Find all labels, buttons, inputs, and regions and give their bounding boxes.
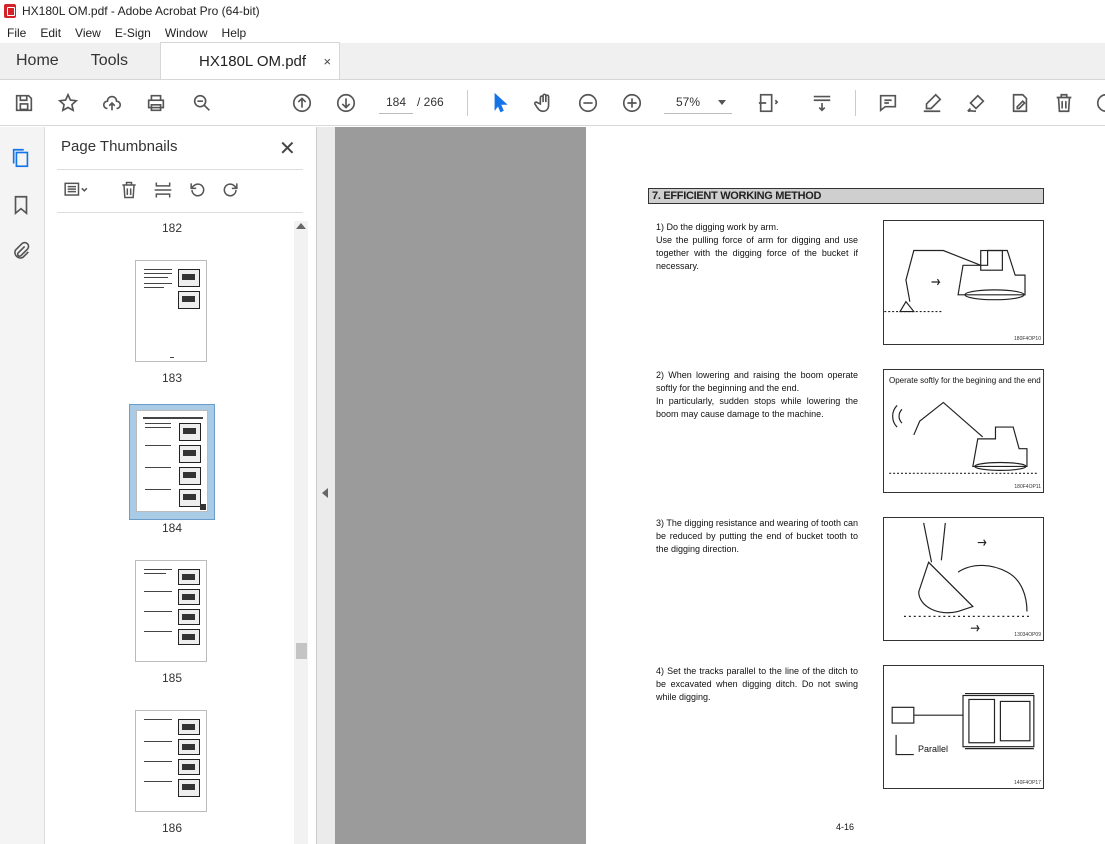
next-page-icon[interactable] — [334, 91, 358, 115]
highlight-pen-icon[interactable] — [920, 91, 944, 115]
delete-icon[interactable] — [1052, 91, 1076, 115]
acrobat-icon — [4, 4, 16, 18]
bookmark-icon[interactable] — [10, 194, 34, 218]
thumbnail-label: 185 — [161, 671, 183, 685]
collapse-panel-arrow-icon[interactable] — [322, 488, 328, 498]
rotate-left-icon[interactable] — [187, 180, 209, 202]
hand-tool-icon[interactable] — [532, 91, 556, 115]
scroll-mode-icon[interactable] — [810, 91, 834, 115]
more-tools-icon[interactable] — [1094, 91, 1105, 115]
thumbnail-label: 184 — [161, 521, 183, 535]
menu-edit[interactable]: Edit — [33, 26, 68, 40]
figure-code: 13034OP09 — [1014, 632, 1041, 638]
page-thumbnails-icon[interactable] — [10, 147, 34, 171]
thumbnail-scrollbar[interactable] — [294, 221, 308, 844]
insert-page-icon[interactable] — [153, 180, 175, 202]
figure-parallel-tracks: Parallel 140F4OP17 — [883, 665, 1044, 789]
menu-help[interactable]: Help — [215, 26, 254, 40]
figure-code: 180F4OP10 — [1014, 336, 1041, 342]
instruction-1: 1) Do the digging work by arm. Use the p… — [656, 222, 858, 271]
figure-caption: Operate softly for the begining and the … — [889, 376, 1041, 385]
figure-bucket-tooth: 13034OP09 — [883, 517, 1044, 641]
figure-arm-digging: 180F4OP10 — [883, 220, 1044, 345]
section-heading: 7. EFFICIENT WORKING METHOD — [648, 188, 1044, 204]
tab-home[interactable]: Home — [0, 43, 75, 79]
page-total: / 266 — [417, 95, 444, 109]
instruction-3: 3) The digging resistance and wearing of… — [656, 518, 858, 554]
page-number: 4-16 — [836, 822, 855, 832]
zoom-select[interactable]: 57% — [664, 90, 732, 114]
panel-title: Page Thumbnails — [61, 138, 178, 155]
thumbnail-page-186[interactable] — [135, 710, 207, 812]
edit-pdf-icon[interactable] — [1008, 91, 1032, 115]
thumbnail-page-185[interactable] — [135, 560, 207, 662]
thumbnail-label: 186 — [161, 821, 183, 835]
thumbnail-label: 182 — [161, 221, 183, 235]
menu-window[interactable]: Window — [158, 26, 215, 40]
toolbar-divider — [855, 90, 856, 116]
zoom-in-icon[interactable] — [620, 91, 644, 115]
instruction-4: 4) Set the tracks parallel to the line o… — [656, 666, 858, 702]
thumbnails-panel: Page Thumbnails ✕ 182 183 184 185 186 — [45, 127, 317, 844]
delete-page-icon[interactable] — [119, 180, 141, 202]
page-number-input[interactable]: 184 — [379, 90, 413, 114]
parallel-label: Parallel — [918, 744, 949, 754]
menu-bar: File Edit View E-Sign Window Help — [0, 22, 1105, 43]
upload-cloud-icon[interactable] — [100, 91, 124, 115]
previous-page-edge — [335, 127, 586, 844]
tab-document[interactable]: HX180L OM.pdf × — [160, 42, 341, 79]
figure-code: 140F4OP17 — [1014, 780, 1041, 786]
select-cursor-icon[interactable] — [488, 91, 512, 115]
thumbnail-label: 183 — [161, 371, 183, 385]
thumbnail-page-184[interactable] — [136, 410, 208, 512]
instruction-2: 2) When lowering and raising the boom op… — [656, 370, 858, 419]
menu-esign[interactable]: E-Sign — [108, 26, 158, 40]
bucket-tooth-illustration — [903, 522, 1032, 632]
page-fit-icon[interactable] — [756, 91, 780, 115]
thumbnail-page-183[interactable] — [135, 260, 207, 362]
options-menu-icon[interactable] — [61, 180, 95, 202]
rotate-right-icon[interactable] — [221, 180, 243, 202]
figure-code: 180F4OP11 — [1014, 484, 1041, 490]
print-icon[interactable] — [144, 91, 168, 115]
previous-page-icon[interactable] — [290, 91, 314, 115]
navigation-rail — [0, 127, 45, 844]
scrollbar-thumb[interactable] — [296, 643, 307, 659]
title-bar: HX180L OM.pdf - Adobe Acrobat Pro (64-bi… — [0, 0, 1105, 22]
comment-icon[interactable] — [876, 91, 900, 115]
excavator-arm-illustration — [884, 249, 1026, 313]
star-icon[interactable] — [56, 91, 80, 115]
tab-document-label: HX180L OM.pdf — [199, 52, 307, 70]
tab-bar: Home Tools HX180L OM.pdf × — [0, 42, 1105, 80]
save-icon[interactable] — [12, 91, 36, 115]
close-tab-icon[interactable]: × — [323, 54, 331, 69]
tab-tools[interactable]: Tools — [75, 43, 144, 79]
zoom-out-icon[interactable] — [576, 91, 600, 115]
scroll-up-arrow-icon[interactable] — [296, 223, 306, 229]
close-panel-icon[interactable]: ✕ — [279, 136, 296, 161]
menu-view[interactable]: View — [68, 26, 108, 40]
track-parallel-illustration — [891, 692, 1035, 756]
zoom-search-icon[interactable] — [190, 91, 214, 115]
panel-toolbar — [57, 169, 303, 213]
toolbar-divider — [467, 90, 468, 116]
excavator-boom-illustration — [889, 401, 1037, 474]
main-toolbar — [0, 80, 1105, 126]
figure-boom-lowering: Operate softly for the begining and the … — [883, 369, 1044, 493]
window-title: HX180L OM.pdf - Adobe Acrobat Pro (64-bi… — [22, 4, 260, 18]
attachment-icon[interactable] — [10, 240, 34, 264]
menu-file[interactable]: File — [0, 26, 33, 40]
sign-pen-icon[interactable] — [964, 91, 988, 115]
